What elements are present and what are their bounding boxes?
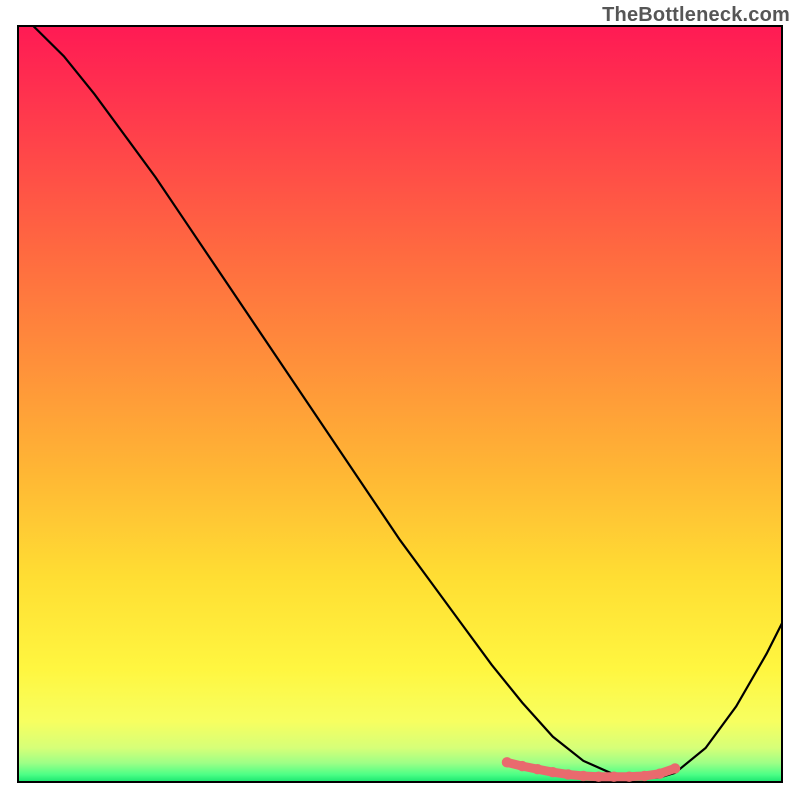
marker-dot xyxy=(593,772,603,782)
marker-dot xyxy=(639,771,649,781)
marker-dot xyxy=(548,767,558,777)
marker-dot xyxy=(517,761,527,771)
marker-dot xyxy=(578,771,588,781)
bottleneck-chart xyxy=(0,0,800,800)
marker-dot xyxy=(624,772,634,782)
marker-dot xyxy=(563,769,573,779)
marker-dot xyxy=(502,757,512,767)
marker-dot xyxy=(670,763,680,773)
marker-dot xyxy=(609,772,619,782)
marker-dot xyxy=(655,768,665,778)
gradient-background xyxy=(18,26,782,782)
watermark-text: TheBottleneck.com xyxy=(602,4,790,27)
marker-dot xyxy=(532,764,542,774)
chart-container: TheBottleneck.com xyxy=(0,0,800,800)
